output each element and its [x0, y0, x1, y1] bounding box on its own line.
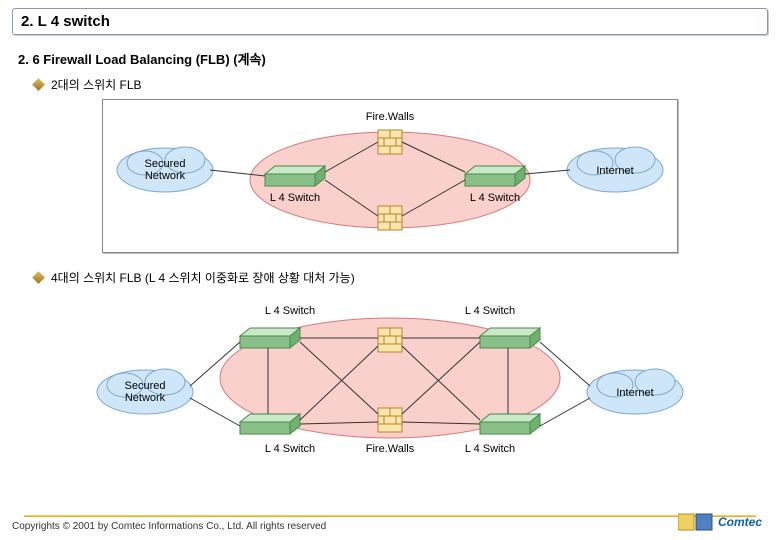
bullet-1: 2대의 스위치 FLB — [34, 76, 768, 93]
l4-switch-icon — [465, 166, 525, 186]
page: 2. L 4 switch 2. 6 Firewall Load Balanci… — [0, 0, 780, 540]
d2-bl: L 4 Switch — [265, 443, 315, 455]
comtec-logo: Comtec — [678, 512, 768, 532]
diagram-2: Secured Network Internet L 4 Switch L 4 … — [82, 292, 698, 462]
firewall-icon — [378, 408, 402, 432]
diagram-2-svg: Secured Network Internet L 4 Switch L 4 … — [90, 292, 690, 462]
bullet-1-text: 2대의 스위치 FLB — [51, 76, 142, 93]
firewall-icon — [378, 206, 402, 230]
d1-secured-l2: Network — [145, 170, 186, 182]
firewall-icon — [378, 130, 402, 154]
link — [525, 170, 570, 174]
section-subtitle: 2. 6 Firewall Load Balancing (FLB) (계속) — [18, 49, 768, 68]
diagram-1: Fire.Walls — [102, 99, 678, 253]
title-box: 2. L 4 switch — [12, 8, 768, 35]
firewall-icon — [378, 328, 402, 352]
d2-secured-l2: Network — [125, 392, 166, 404]
diamond-icon — [32, 78, 45, 91]
d2-fw-label: Fire.Walls — [366, 443, 415, 455]
l4-switch-icon — [240, 414, 300, 434]
d1-secured-l1: Secured — [145, 158, 186, 170]
copyright-text: Copyrights © 2001 by Comtec Informations… — [12, 521, 326, 532]
footer: Copyrights © 2001 by Comtec Informations… — [12, 515, 768, 532]
d1-l4-right: L 4 Switch — [470, 192, 520, 204]
d2-tr: L 4 Switch — [465, 305, 515, 317]
d2-internet-label: Internet — [616, 387, 653, 399]
page-title: 2. L 4 switch — [21, 13, 759, 30]
bullet-2: 4대의 스위치 FLB (L 4 스위치 이중화로 장애 상황 대처 가능) — [34, 269, 768, 286]
logo-text: Comtec — [718, 515, 762, 529]
bullet-2-text: 4대의 스위치 FLB (L 4 스위치 이중화로 장애 상황 대처 가능) — [51, 269, 355, 286]
l4-switch-icon — [240, 328, 300, 348]
logo-svg: Comtec — [678, 512, 768, 532]
d1-firewalls-label: Fire.Walls — [366, 111, 415, 123]
l4-switch-icon — [265, 166, 325, 186]
l4-switch-icon — [480, 328, 540, 348]
d1-l4-left: L 4 Switch — [270, 192, 320, 204]
d1-internet-label: Internet — [596, 165, 633, 177]
d2-secured-l1: Secured — [125, 380, 166, 392]
diamond-icon — [32, 271, 45, 284]
l4-switch-icon — [480, 414, 540, 434]
d2-tl: L 4 Switch — [265, 305, 315, 317]
d2-br: L 4 Switch — [465, 443, 515, 455]
diagram-1-svg: Fire.Walls — [110, 108, 670, 238]
